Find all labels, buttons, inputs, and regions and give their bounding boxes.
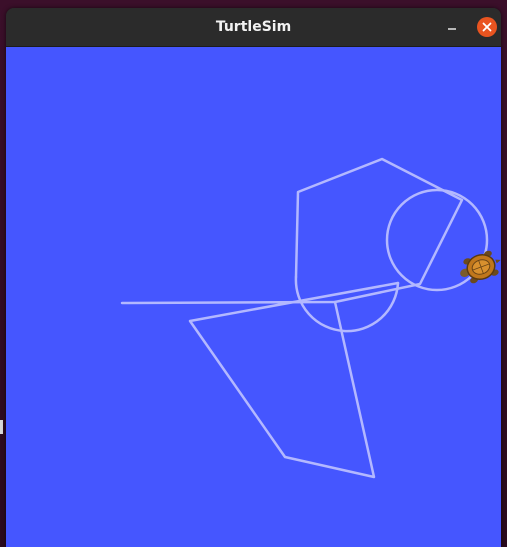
desktop: TurtleSim [0,0,507,547]
turtlesim-window: TurtleSim [6,8,501,547]
minimize-button[interactable] [442,17,462,37]
minimize-icon [448,28,456,30]
window-title: TurtleSim [215,19,292,35]
close-button[interactable] [477,17,497,37]
canvas-background [6,47,501,547]
window-titlebar[interactable]: TurtleSim [6,8,501,47]
close-icon [477,17,497,37]
turtle-canvas[interactable] [6,47,501,547]
desktop-edge-mark [0,420,3,434]
